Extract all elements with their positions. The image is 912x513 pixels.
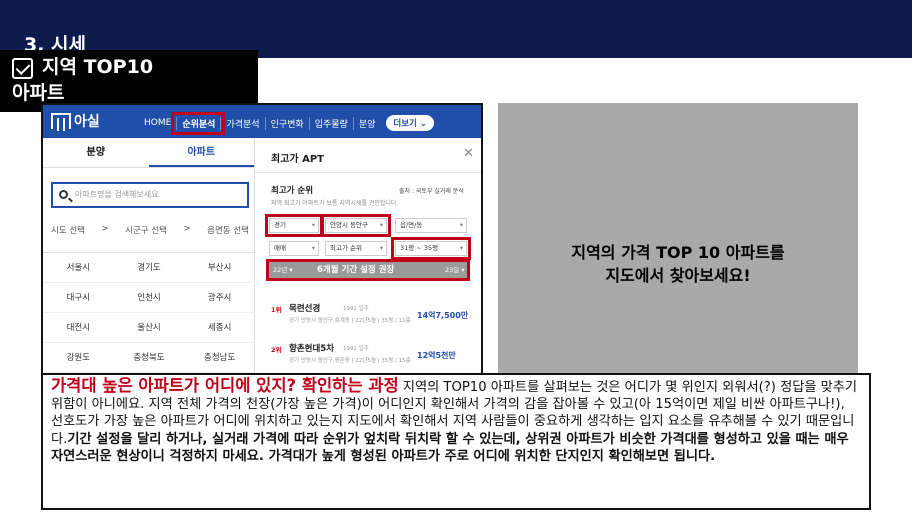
apartment-name: 목련선경 [289,304,321,314]
region-item[interactable]: 인천시 [113,283,185,313]
region-grid: 서울시 경기도 부산시 대구시 인천시 광주시 대전시 울산시 세종시 강원도 … [43,252,255,373]
range-note: 6개월 기간 설정 권장 [317,265,395,275]
apartment-price: 14억7,500만 [417,311,469,320]
region-item[interactable]: 경기도 [113,253,185,283]
nav-presale[interactable]: 분양 [352,116,381,130]
select-town[interactable]: 읍/면/동 [395,218,467,233]
chevron-down-icon: ⌄ [419,119,427,129]
region-item[interactable]: 강원도 [43,343,114,373]
note-bold-text: 기간 설정을 달리 하거나, 실거래 가격에 따라 순위가 엎치락 뒤치락 할 … [51,431,849,464]
callout-line2: 지도에서 찾아보세요! [605,266,751,286]
left-panel: 분양 아파트 아파트명을 검색해보세요. 시도 선택 > 시군구 선택 > 읍면… [43,138,255,411]
nav-menu: HOME 순위분석 가격분석 인구변화 입주물량 분양 더보기 ⌄ [139,111,434,135]
period-range-slider[interactable]: 22년 ▾ 6개월 기간 설정 권장 23일 ▾ [266,259,470,281]
region-item[interactable]: 충청북도 [113,343,185,373]
move-in-year: 1992 입주 [343,306,369,312]
range-start[interactable]: 22년 ▾ [273,262,293,278]
region-item[interactable]: 대전시 [43,313,114,343]
search-icon [59,190,68,199]
region-item[interactable]: 서울시 [43,253,114,283]
select-sigungu[interactable]: 시군구 선택 [125,224,167,236]
checkbox-icon [12,58,33,79]
divider [255,172,481,173]
select-province[interactable]: 경기 [265,214,323,237]
separator: > [183,224,191,234]
panel-subtitle: 최고가 순위 [271,186,314,196]
apartment-search-input[interactable]: 아파트명을 검색해보세요. [51,182,249,208]
apartment-name: 향촌현대5차 [289,344,335,354]
search-placeholder: 아파트명을 검색해보세요. [75,190,162,199]
region-item[interactable]: 광주시 [184,283,255,313]
apartment-info: 경기 안양시 동안구 호계동 | 22년5월 | 35평 | 11층 [289,318,411,324]
more-label: 더보기 [393,119,417,129]
region-item[interactable]: 부산시 [184,253,255,283]
note-headline: 가격대 높은 아파트가 어디에 있지? 확인하는 과정 [51,376,399,395]
tab-bar: 분양 아파트 [43,138,254,168]
region-item[interactable]: 울산시 [113,313,185,343]
source-text: 출처 : 국토부 실거래 분석 [399,188,464,195]
tab-presale[interactable]: 분양 [43,138,149,167]
app-logo[interactable]: 아실 [51,111,100,131]
heading-line2: 아파트 [12,82,65,104]
building-logo-icon [51,113,71,131]
select-city[interactable]: 안양시 동안구 [321,214,391,237]
select-sido[interactable]: 시도 선택 [51,224,85,236]
right-panel: 최고가 APT ✕ 최고가 순위 출처 : 국토부 실거래 분석 지역 최고가 … [255,138,481,411]
close-icon[interactable]: ✕ [463,146,474,161]
app-nav-bar: 아실 HOME 순위분석 가격분석 인구변화 입주물량 분양 더보기 ⌄ [43,105,481,138]
select-eupmyeondong[interactable]: 읍면동 선택 [207,224,249,236]
explanation-box: 가격대 높은 아파트가 어디에 있지? 확인하는 과정 지역의 TOP10 아파… [41,373,871,510]
region-item[interactable]: 충청남도 [184,343,255,373]
nav-supply[interactable]: 입주물량 [308,116,353,130]
rank-number: 2위 [271,346,282,354]
region-item[interactable]: 세종시 [184,313,255,343]
region-breadcrumb: 시도 선택 > 시군구 선택 > 읍면동 선택 [51,224,249,236]
region-item[interactable]: 대구시 [43,283,114,313]
callout-text: 지역의 가격 TOP 10 아파트를 지도에서 찾아보세요! [498,241,858,287]
nav-home[interactable]: HOME [139,118,176,128]
move-in-year: 1992 입주 [343,346,369,352]
nav-population[interactable]: 인구변화 [264,116,309,130]
panel-title: 최고가 APT [271,154,324,165]
nav-rank-analysis[interactable]: 순위분석 [171,111,226,135]
select-trade-type[interactable]: 매매 [269,241,319,256]
panel-description: 지역 최고가 아파트가 보통 지역시세를 견인합니다. [271,200,399,207]
apartment-price: 12억5천만 [417,351,456,360]
rank-number: 1위 [271,306,282,314]
select-size[interactable]: 31평 ~ 35평 [391,237,471,260]
heading-line1: 지역 TOP10 [42,56,154,78]
callout-line1: 지역의 가격 TOP 10 아파트를 [571,243,785,262]
range-end[interactable]: 23일 ▾ [445,262,465,278]
separator: > [101,224,109,234]
more-button[interactable]: 더보기 ⌄ [386,115,434,131]
tab-apartment[interactable]: 아파트 [148,138,254,167]
app-screenshot: 아실 HOME 순위분석 가격분석 인구변화 입주물량 분양 더보기 ⌄ 분양 … [41,103,483,413]
apartment-info: 경기 안양시 동안구 평촌동 | 22년5월 | 35평 | 15층 [289,358,411,364]
select-rank-type[interactable]: 최고가 순위 [325,241,387,256]
nav-price-analysis[interactable]: 가격분석 [220,116,264,130]
logo-text: 아실 [74,114,100,130]
